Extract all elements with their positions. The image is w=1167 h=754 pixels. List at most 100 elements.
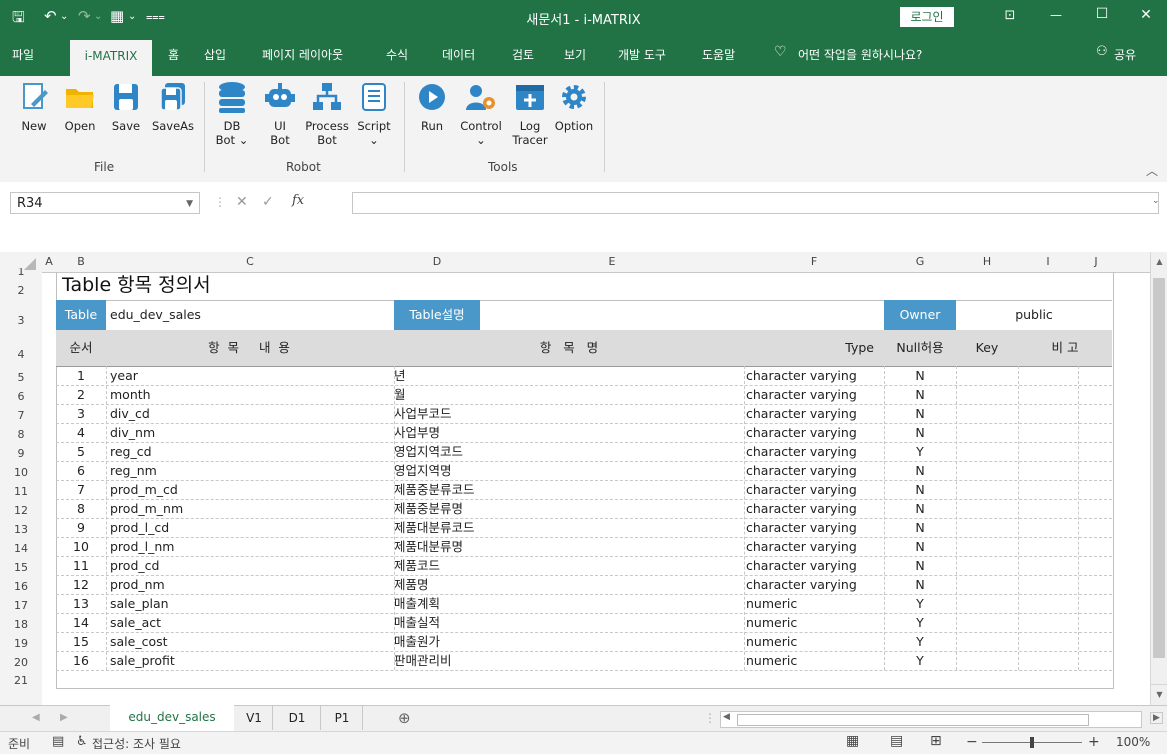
tell-me-input[interactable]: 어떤 작업을 원하시나요? [798, 46, 922, 63]
cell-null[interactable]: Y [884, 594, 956, 613]
cell-null[interactable]: N [884, 385, 956, 404]
cell-type[interactable]: character varying [746, 537, 882, 556]
cell-seq[interactable]: 15 [56, 632, 106, 651]
cell-null[interactable]: Y [884, 632, 956, 651]
cell-seq[interactable]: 3 [56, 404, 106, 423]
log-tracer-button[interactable]: Log Tracer [510, 80, 550, 147]
cell-item-name[interactable]: 사업부코드 [394, 404, 734, 423]
cell-type[interactable]: character varying [746, 404, 882, 423]
cell-item-content[interactable]: month [110, 385, 390, 404]
row-header[interactable]: 17 [0, 597, 42, 615]
row-header[interactable]: 15 [0, 559, 42, 577]
name-box[interactable]: R34 ▼ [10, 192, 200, 214]
ui-bot-button[interactable]: UI Bot [260, 80, 300, 147]
cell-seq[interactable]: 7 [56, 480, 106, 499]
row-header[interactable]: 18 [0, 616, 42, 634]
cell-null[interactable]: N [884, 556, 956, 575]
minimize-button[interactable]: — [1036, 8, 1076, 22]
tab-formulas[interactable]: 수식 [386, 46, 408, 63]
zoom-in-icon[interactable]: + [1088, 734, 1100, 750]
tab-i-matrix[interactable]: i-MATRIX [70, 40, 152, 76]
cell-item-name[interactable]: 제품대분류명 [394, 537, 734, 556]
maximize-button[interactable]: ☐ [1082, 6, 1122, 22]
col-header-h[interactable]: H [956, 255, 1018, 268]
tab-page-layout[interactable]: 페이지 레이아웃 [262, 46, 343, 63]
formula-input[interactable] [352, 192, 1159, 214]
cell-item-name[interactable]: 월 [394, 385, 734, 404]
save-button[interactable]: Save [108, 80, 144, 133]
cell-item-name[interactable]: 사업부명 [394, 423, 734, 442]
function-icon[interactable]: fx [292, 193, 304, 208]
open-button[interactable]: Open [58, 80, 102, 133]
tab-split-icon[interactable]: ⋮ [704, 711, 716, 725]
cell-type[interactable]: character varying [746, 575, 882, 594]
row-header[interactable]: 2 [0, 282, 42, 300]
row-header[interactable]: 5 [0, 369, 42, 387]
sheet-tab-edu-dev-sales[interactable]: edu_dev_sales [110, 705, 234, 733]
row-header[interactable]: 14 [0, 540, 42, 558]
row-header[interactable]: 13 [0, 521, 42, 539]
run-button[interactable]: Run [414, 80, 450, 133]
cell-seq[interactable]: 9 [56, 518, 106, 537]
enter-icon[interactable]: ✓ [262, 194, 274, 210]
cell-item-name[interactable]: 년 [394, 366, 734, 385]
row-header[interactable]: 7 [0, 407, 42, 425]
row-header[interactable]: 16 [0, 578, 42, 596]
scroll-left-icon[interactable]: ◀ [723, 712, 730, 722]
tab-data[interactable]: 데이터 [442, 46, 475, 63]
cell-null[interactable]: N [884, 575, 956, 594]
cell-type[interactable]: numeric [746, 613, 882, 632]
vertical-scrollbar[interactable]: ▼ [1150, 272, 1167, 705]
row-header[interactable]: 20 [0, 654, 42, 672]
row-header[interactable]: 3 [0, 312, 42, 330]
cell-item-name[interactable]: 제품코드 [394, 556, 734, 575]
process-bot-button[interactable]: Process Bot [302, 80, 352, 147]
col-header-b[interactable]: B [56, 255, 106, 268]
cell-item-name[interactable]: 매출원가 [394, 632, 734, 651]
col-header-e[interactable]: E [480, 255, 744, 268]
cell-seq[interactable]: 14 [56, 613, 106, 632]
tab-help[interactable]: 도움말 [702, 46, 735, 63]
cell-type[interactable]: character varying [746, 518, 882, 537]
cell-seq[interactable]: 8 [56, 499, 106, 518]
tab-review[interactable]: 검토 [512, 46, 534, 63]
col-header-a[interactable]: A [42, 255, 56, 268]
cell-item-name[interactable]: 영업지역코드 [394, 442, 734, 461]
row-header[interactable]: 8 [0, 426, 42, 444]
cell-type[interactable]: numeric [746, 594, 882, 613]
accessibility-status[interactable]: 접근성: 조사 필요 [92, 735, 181, 752]
tab-view[interactable]: 보기 [564, 46, 586, 63]
cell-type[interactable]: character varying [746, 385, 882, 404]
tab-developer[interactable]: 개발 도구 [618, 46, 666, 63]
cell-item-name[interactable]: 제품중분류코드 [394, 480, 734, 499]
page-break-view-icon[interactable]: ⊞ [930, 733, 942, 749]
cell-item-content[interactable]: prod_m_nm [110, 499, 390, 518]
row-header[interactable]: 21 [0, 675, 42, 687]
cell-item-content[interactable]: prod_cd [110, 556, 390, 575]
cell-type[interactable]: character varying [746, 480, 882, 499]
row-header[interactable]: 19 [0, 635, 42, 653]
row-header[interactable]: 4 [0, 346, 42, 364]
zoom-out-icon[interactable]: − [966, 734, 978, 750]
sheet-tab-d1[interactable]: D1 [274, 706, 321, 730]
cell-null[interactable]: N [884, 404, 956, 423]
cell-null[interactable]: Y [884, 442, 956, 461]
sheet-grid[interactable]: Table 항목 정의서 Table edu_dev_sales Table설명… [42, 272, 1150, 705]
owner-value[interactable]: public [956, 300, 1112, 330]
cell-type[interactable]: character varying [746, 366, 882, 385]
login-button[interactable]: 로그인 [900, 7, 954, 27]
cell-null[interactable]: N [884, 499, 956, 518]
cell-item-content[interactable]: sale_profit [110, 651, 390, 670]
cell-item-name[interactable]: 제품대분류코드 [394, 518, 734, 537]
cell-null[interactable]: N [884, 537, 956, 556]
cell-item-name[interactable]: 매출계획 [394, 594, 734, 613]
cell-null[interactable]: N [884, 518, 956, 537]
expand-formula-icon[interactable]: ⌄ [1152, 196, 1160, 206]
col-header-f[interactable]: F [744, 255, 884, 268]
scroll-down-button[interactable]: ▼ [1151, 684, 1167, 705]
cell-seq[interactable]: 16 [56, 651, 106, 670]
cell-item-content[interactable]: reg_cd [110, 442, 390, 461]
cell-item-content[interactable]: sale_act [110, 613, 390, 632]
new-button[interactable]: New [14, 80, 54, 133]
tab-file[interactable]: 파일 [12, 46, 34, 63]
